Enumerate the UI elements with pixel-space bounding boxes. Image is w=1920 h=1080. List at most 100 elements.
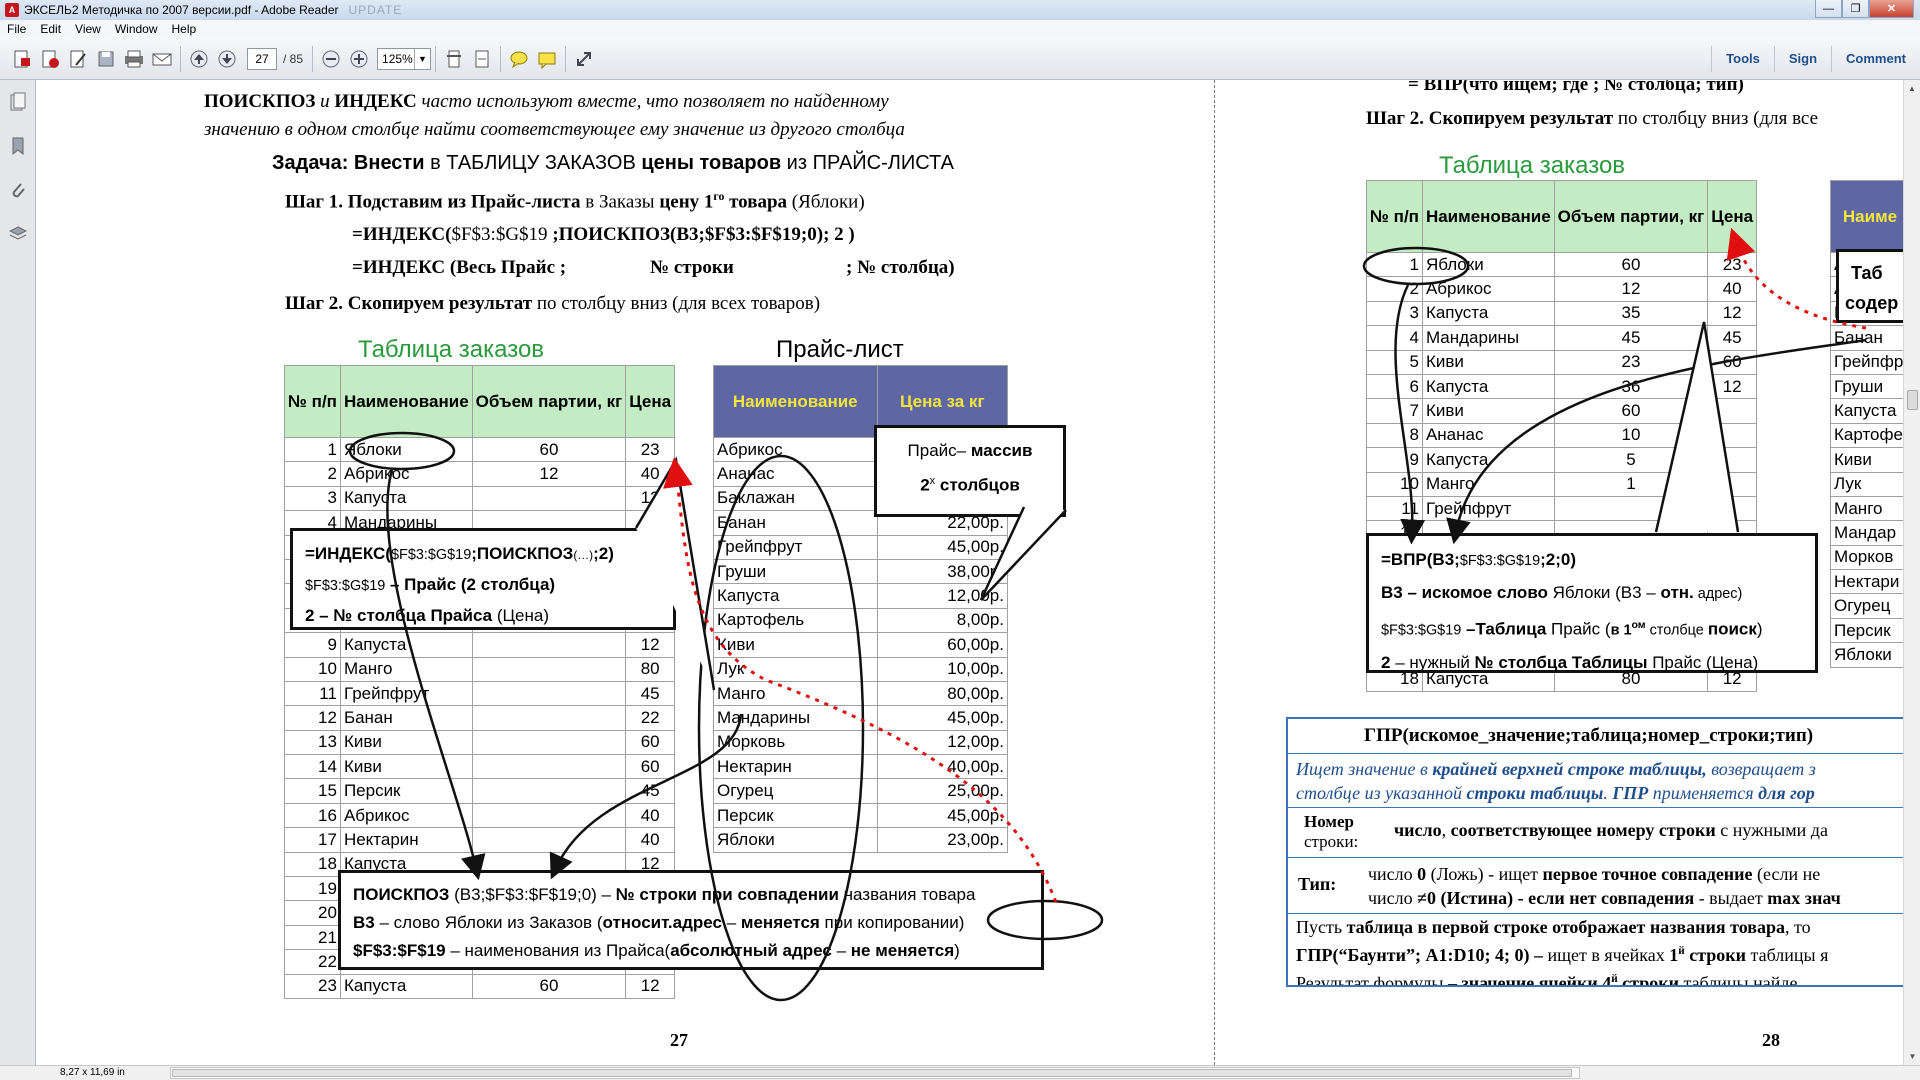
row-number-cell: 4 [1366, 325, 1423, 351]
volume-cell: 36 [1553, 373, 1709, 400]
menu-file[interactable]: File [0, 22, 33, 36]
product-name-cell: Нектари [1830, 569, 1910, 595]
scroll-up-icon[interactable]: ▲ [1904, 80, 1920, 97]
text-run: В3 [1381, 583, 1403, 602]
save-icon[interactable] [92, 45, 120, 73]
open-icon[interactable] [36, 45, 64, 73]
name-cell: Капуста [339, 632, 473, 658]
scroll-thumb[interactable] [1907, 390, 1918, 410]
text-run: $F$3:$G$19 [305, 578, 386, 594]
create-pdf-icon[interactable] [8, 45, 36, 73]
zoom-in-icon[interactable] [345, 45, 373, 73]
edit-icon[interactable] [64, 45, 92, 73]
text-run: –Таблица [1461, 619, 1547, 639]
text-run: Шаг 2. Скопируем результат [285, 293, 533, 314]
row-number-cell: 13 [284, 729, 341, 756]
name-cell: Киви [339, 729, 473, 756]
minimize-icon[interactable]: — [1815, 0, 1842, 18]
scroll-down-icon[interactable]: ▼ [1904, 1048, 1920, 1065]
close-icon[interactable]: ✕ [1869, 0, 1914, 18]
product-name-cell: Баклажан [713, 485, 878, 512]
email-icon[interactable] [148, 45, 176, 73]
product-name-cell: Грейпфрут [713, 534, 878, 560]
text-run: по столбцу вниз (для всех товаров) [532, 293, 821, 314]
table-row: 9 Капуста 12 [284, 632, 676, 658]
table-row: 6 Капуста 36 12 [1366, 373, 1758, 400]
p28-hlookup-box: ГПР(искомое_значение;таблица;номер_строк… [1286, 717, 1920, 987]
text-run: в 1 [1610, 622, 1632, 639]
price-cell [1707, 422, 1758, 449]
document-view[interactable]: ПОИСКПОЗ и ИНДЕКС часто используют вмест… [36, 80, 1920, 1065]
text-run: ;ПОИСКПОЗ [471, 544, 574, 563]
table-row: 3 Капуста 12 [284, 485, 676, 512]
row-number-cell: 17 [284, 827, 341, 853]
product-price-cell: 40,00р. [876, 754, 1009, 780]
comment-link[interactable]: Comment [1831, 46, 1920, 72]
product-name-cell: Груши [713, 558, 878, 585]
table-row: Груши 38,00р. [713, 558, 1009, 585]
chevron-down-icon[interactable]: ▼ [414, 48, 430, 69]
fit-width-icon[interactable] [468, 45, 496, 73]
row-number-cell: 11 [284, 680, 341, 707]
menu-help[interactable]: Help [165, 22, 204, 36]
product-name-cell: Мандарины [713, 705, 878, 731]
p27-step2: Шаг 2. Скопируем результат по столбцу вн… [285, 293, 820, 315]
zoom-select[interactable]: ▼ [377, 47, 432, 70]
product-price-cell: 38,00р. [876, 558, 1009, 585]
text-run: В3 [353, 913, 375, 932]
volume-cell [471, 754, 627, 780]
text-run: (если не [1752, 864, 1821, 884]
price-cell: 23 [1707, 251, 1758, 278]
prev-page-icon[interactable] [185, 45, 213, 73]
menu-view[interactable]: View [68, 22, 108, 36]
text-run: Ищет значение в [1296, 759, 1433, 779]
tools-link[interactable]: Tools [1711, 46, 1774, 72]
p28-orders-title: Таблица заказов [1439, 152, 1626, 179]
highlight-icon[interactable] [533, 45, 561, 73]
name-cell: Абрикос [1421, 276, 1555, 302]
row-number-cell: 14 [284, 754, 341, 780]
horizontal-scrollbar[interactable] [170, 1067, 1580, 1079]
table-row: 23 Капуста 60 12 [284, 973, 676, 999]
name-cell: Киви [339, 754, 473, 780]
text-run: часто используют вместе, что позволяет п… [416, 91, 889, 112]
text-run: абсолютный адрес [670, 941, 832, 960]
volume-cell: 1 [1553, 471, 1709, 497]
next-page-icon[interactable] [213, 45, 241, 73]
fit-page-icon[interactable] [440, 45, 468, 73]
hlookup-type: Тип: число 0 (Ложь) - ищет первое точное… [1288, 858, 1920, 914]
table-row: Картофель 8,00р. [713, 607, 1009, 634]
page-size: 8,27 x 11,69 in [60, 1067, 125, 1078]
text-run: столбце [1645, 622, 1708, 639]
hscroll-thumb[interactable] [172, 1069, 1572, 1077]
zoom-out-icon[interactable] [317, 45, 345, 73]
comment-icon[interactable] [505, 45, 533, 73]
bookmarks-panel-icon[interactable] [0, 124, 36, 168]
print-icon[interactable] [120, 45, 148, 73]
zoom-input[interactable] [378, 48, 415, 69]
text-run: для гор [1758, 783, 1815, 803]
text-run: – наименования из Прайса( [445, 941, 671, 960]
maximize-icon[interactable]: ❐ [1842, 0, 1869, 18]
layers-panel-icon[interactable] [0, 212, 36, 256]
text-run: Результат формулы – [1296, 973, 1462, 987]
p27-price-title: Прайс-лист [776, 336, 904, 363]
table-row: Морков [1830, 544, 1910, 571]
price-cell: 80 [625, 656, 676, 682]
sign-link[interactable]: Sign [1773, 46, 1831, 72]
text-run: , то [1785, 917, 1811, 937]
pages-panel-icon[interactable] [0, 80, 36, 124]
vertical-scrollbar[interactable]: ▲ ▼ [1903, 80, 1920, 1065]
attachments-panel-icon[interactable] [0, 168, 36, 212]
menu-edit[interactable]: Edit [33, 22, 68, 36]
p27-orders-title: Таблица заказов [358, 336, 545, 363]
menu-window[interactable]: Window [108, 22, 165, 36]
table-row: 9 Капуста 5 [1366, 447, 1758, 473]
column-header: Наименование [1421, 180, 1555, 253]
text-run: число [1368, 864, 1418, 884]
page-number-input[interactable] [247, 47, 277, 70]
fullscreen-icon[interactable] [570, 45, 598, 73]
text-run: $F$3:$G$19 [1381, 622, 1462, 639]
text-run: товара [724, 191, 788, 213]
text-run: число [1368, 888, 1418, 908]
